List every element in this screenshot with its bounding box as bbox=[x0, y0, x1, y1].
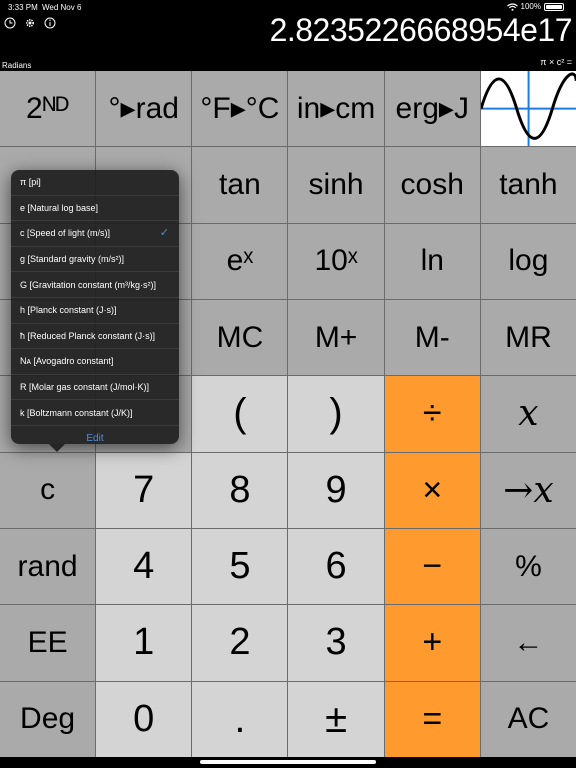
key-x[interactable]: x bbox=[480, 376, 576, 452]
key-°▸rad[interactable]: °▸rad bbox=[96, 71, 192, 147]
toolbar bbox=[4, 16, 56, 29]
key-M+[interactable]: M+ bbox=[288, 300, 384, 376]
constant-item[interactable]: Nᴀ [Avogadro constant] bbox=[11, 349, 179, 375]
key-→x[interactable]: →x bbox=[480, 452, 576, 528]
constant-label: G [Gravitation constant (m³/kg·s²)] bbox=[20, 279, 157, 290]
key-MC[interactable]: MC bbox=[192, 300, 288, 376]
constant-label: R [Molar gas constant (J/mol·K)] bbox=[20, 382, 150, 393]
home-indicator bbox=[200, 760, 376, 764]
key-9[interactable]: 9 bbox=[288, 452, 384, 528]
constant-item[interactable]: ħ [Reduced Planck constant (J·s)] bbox=[11, 324, 179, 350]
key-)[interactable]: ) bbox=[288, 376, 384, 452]
status-right: 100% bbox=[506, 2, 564, 11]
sine-graph-icon bbox=[480, 71, 576, 147]
key-in▸cm[interactable]: in▸cm bbox=[288, 71, 384, 147]
key-rand[interactable]: rand bbox=[0, 529, 96, 605]
constant-label: h [Planck constant (J·s)] bbox=[20, 305, 117, 316]
constant-label: Nᴀ [Avogadro constant] bbox=[20, 356, 114, 367]
constant-label: π [pi] bbox=[20, 177, 41, 188]
key-Deg[interactable]: Deg bbox=[0, 681, 96, 757]
key-1[interactable]: 1 bbox=[96, 605, 192, 681]
key-log[interactable]: log bbox=[480, 223, 576, 299]
constant-item[interactable]: G [Gravitation constant (m³/kg·s²)] bbox=[11, 272, 179, 298]
history-icon[interactable] bbox=[4, 16, 16, 29]
key-+[interactable]: + bbox=[384, 605, 480, 681]
key-=[interactable]: = bbox=[384, 681, 480, 757]
key-c[interactable]: c bbox=[0, 452, 96, 528]
constant-item[interactable]: h [Planck constant (J·s)] bbox=[11, 298, 179, 324]
battery-percent: 100% bbox=[520, 2, 541, 11]
constant-item[interactable]: g [Standard gravity (m/s²)] bbox=[11, 247, 179, 273]
key-cosh[interactable]: cosh bbox=[384, 147, 480, 223]
key-sinh[interactable]: sinh bbox=[288, 147, 384, 223]
key-7[interactable]: 7 bbox=[96, 452, 192, 528]
key-0[interactable]: 0 bbox=[96, 681, 192, 757]
key-2ᴺᴰ[interactable]: 2ᴺᴰ bbox=[0, 71, 96, 147]
key-%[interactable]: % bbox=[480, 529, 576, 605]
constant-label: ħ [Reduced Planck constant (J·s)] bbox=[20, 330, 156, 341]
constant-item[interactable]: π [pi] bbox=[11, 170, 179, 196]
key-6[interactable]: 6 bbox=[288, 529, 384, 605]
key-([interactable]: ( bbox=[192, 376, 288, 452]
status-time: 3:33 PM bbox=[8, 3, 38, 12]
constant-label: k [Boltzmann constant (J/K)] bbox=[20, 407, 133, 418]
constant-item[interactable]: e [Natural log base] bbox=[11, 196, 179, 222]
key-10ˣ[interactable]: 10ˣ bbox=[288, 223, 384, 299]
key-eˣ[interactable]: eˣ bbox=[192, 223, 288, 299]
result-display: 2.8235226668954e17 bbox=[269, 12, 573, 48]
key-2[interactable]: 2 bbox=[192, 605, 288, 681]
graph-button[interactable] bbox=[480, 71, 576, 147]
constant-item[interactable]: k [Boltzmann constant (J/K)] bbox=[11, 400, 179, 426]
constant-label: e [Natural log base] bbox=[20, 202, 99, 213]
info-icon[interactable] bbox=[44, 16, 56, 29]
constant-item[interactable]: R [Molar gas constant (J/mol·K)] bbox=[11, 375, 179, 401]
constant-label: c [Speed of light (m/s)] bbox=[20, 228, 111, 239]
key-tan[interactable]: tan bbox=[192, 147, 288, 223]
key-AC[interactable]: AC bbox=[480, 681, 576, 757]
key-±[interactable]: ± bbox=[288, 681, 384, 757]
key-←[interactable]: ← bbox=[480, 605, 576, 681]
expression-label: π × c² = bbox=[540, 57, 572, 67]
gear-icon[interactable] bbox=[24, 16, 36, 28]
constants-list: π [pi] e [Natural log base] c [Speed of li… bbox=[11, 170, 179, 426]
key-°F▸°C[interactable]: °F▸°C bbox=[192, 71, 288, 147]
angle-mode-label: Radians bbox=[2, 61, 32, 70]
key-÷[interactable]: ÷ bbox=[384, 376, 480, 452]
key-8[interactable]: 8 bbox=[192, 452, 288, 528]
wifi-icon bbox=[506, 2, 518, 11]
key-×[interactable]: × bbox=[384, 452, 480, 528]
key-.[interactable]: . bbox=[192, 681, 288, 757]
key-ln[interactable]: ln bbox=[384, 223, 480, 299]
edit-button[interactable]: Edit bbox=[11, 426, 179, 452]
key-−[interactable]: − bbox=[384, 529, 480, 605]
key-3[interactable]: 3 bbox=[288, 605, 384, 681]
key-5[interactable]: 5 bbox=[192, 529, 288, 605]
constant-label: g [Standard gravity (m/s²)] bbox=[20, 254, 125, 265]
battery-icon bbox=[544, 2, 564, 11]
constant-item[interactable]: c [Speed of light (m/s)] ✓ bbox=[11, 221, 179, 247]
checkmark-icon: ✓ bbox=[159, 227, 169, 240]
popup-arrow bbox=[49, 444, 65, 452]
key-tanh[interactable]: tanh bbox=[480, 147, 576, 223]
constants-popup: π [pi] e [Natural log base] c [Speed of li… bbox=[11, 170, 179, 452]
key-erg▸J[interactable]: erg▸J bbox=[384, 71, 480, 147]
key-4[interactable]: 4 bbox=[96, 529, 192, 605]
key-EE[interactable]: EE bbox=[0, 605, 96, 681]
status-date: Wed Nov 6 bbox=[42, 3, 82, 12]
key-M-[interactable]: M- bbox=[384, 300, 480, 376]
key-MR[interactable]: MR bbox=[480, 300, 576, 376]
